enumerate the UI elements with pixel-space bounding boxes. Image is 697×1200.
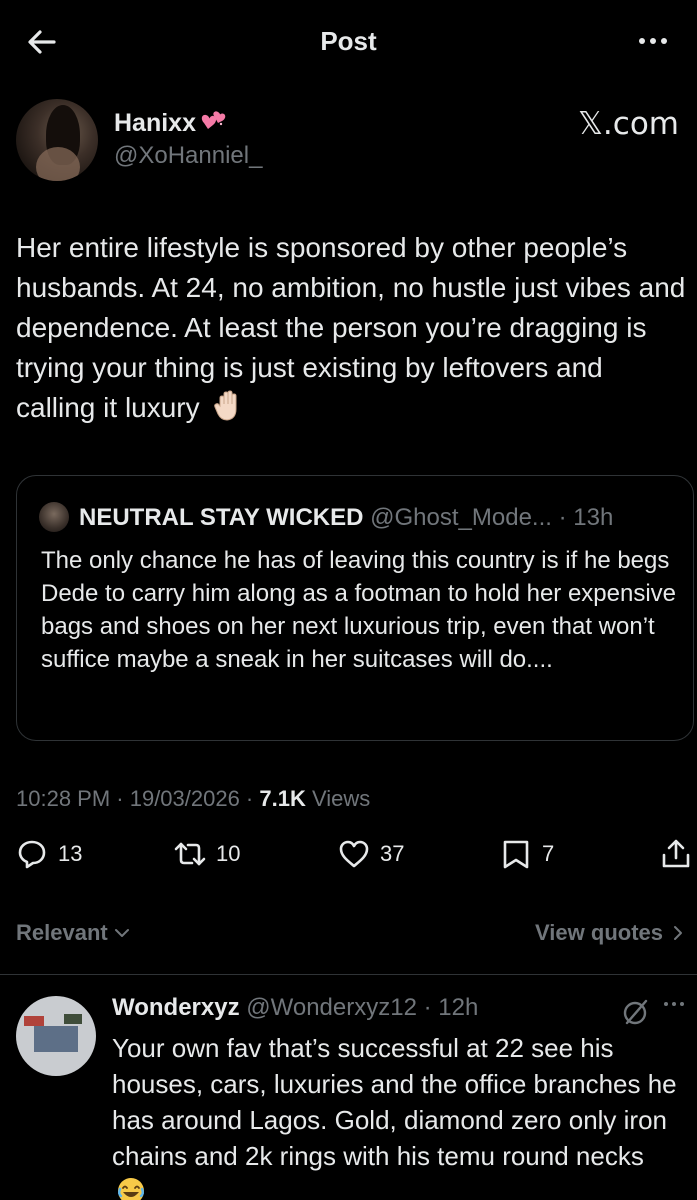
reply-button[interactable]: 13 <box>16 838 82 870</box>
reply-author-meta: @Wonderxyz12 · 12h <box>239 994 479 1021</box>
quote-author-meta: @Ghost_Mode... · 13h <box>363 504 614 531</box>
more-dot <box>672 1002 676 1006</box>
more-dot <box>661 38 667 44</box>
sort-replies-dropdown[interactable]: Relevant <box>16 920 130 946</box>
more-dots-icon <box>639 38 645 44</box>
divider <box>0 974 697 975</box>
more-dot <box>680 1002 684 1006</box>
timestamp-text: 10:28 PM · 19/03/2026 · <box>16 786 260 811</box>
author-name-row[interactable]: Hanixx <box>114 109 228 138</box>
view-quotes-link[interactable]: View quotes <box>535 920 685 946</box>
quoted-post[interactable]: NEUTRAL STAY WICKED @Ghost_Mode... · 13h… <box>16 475 694 741</box>
bookmark-count: 7 <box>542 841 555 866</box>
quote-avatar[interactable] <box>39 502 69 532</box>
chevron-down-icon <box>114 929 129 937</box>
repost-count: 10 <box>216 841 241 866</box>
reply-avatar[interactable] <box>16 996 96 1076</box>
reply-more-button[interactable] <box>664 1002 684 1006</box>
chevron-right-icon <box>674 926 682 940</box>
post-text: Her entire lifestyle is sponsored by oth… <box>16 228 688 428</box>
view-quotes-label: View quotes <box>535 920 663 945</box>
reply-count: 13 <box>58 841 83 866</box>
reply-header: Wonderxyz @Wonderxyz12 · 12h <box>112 994 478 1022</box>
post-timestamp: 10:28 PM · 19/03/2026 · 7.1K Views <box>16 786 370 812</box>
quote-text: The only chance he has of leaving this c… <box>41 547 677 673</box>
repost-icon <box>174 842 206 866</box>
reply-author-name[interactable]: Wonderxyz <box>112 994 240 1021</box>
bookmark-icon <box>503 840 529 869</box>
heart-icon <box>339 840 369 868</box>
reply-body: Your own fav that’s successful at 22 see… <box>112 1033 677 1171</box>
action-bar: 13 10 37 7 <box>0 838 697 882</box>
reply-text: Your own fav that’s successful at 22 see… <box>112 1030 682 1200</box>
post-body: Her entire lifestyle is sponsored by oth… <box>16 232 686 423</box>
top-bar: Post <box>0 0 697 80</box>
views-count: 7.1K <box>259 786 306 811</box>
repost-button[interactable]: 10 <box>174 838 240 870</box>
author-name[interactable]: Hanixx <box>114 109 196 138</box>
more-dots-icon <box>664 1002 668 1006</box>
x-watermark: 𝕏.com <box>577 106 679 142</box>
avatar-skin <box>36 147 80 181</box>
share-icon <box>662 839 690 868</box>
views-label: Views <box>305 786 371 811</box>
more-options-button[interactable] <box>633 26 673 56</box>
avatar-shape <box>34 1026 78 1052</box>
quote-author-name[interactable]: NEUTRAL STAY WICKED <box>79 504 363 531</box>
avatar-shape <box>64 1014 82 1024</box>
avatar-shape <box>24 1016 44 1026</box>
author-avatar[interactable] <box>16 99 98 181</box>
reply-icon <box>18 840 46 869</box>
raised-hand-emoji <box>214 390 237 421</box>
sort-label: Relevant <box>16 920 108 945</box>
bookmark-button[interactable]: 7 <box>500 838 554 870</box>
share-button[interactable] <box>660 838 692 870</box>
page-title: Post <box>320 26 377 56</box>
laughing-emoji <box>118 1178 144 1200</box>
quote-header: NEUTRAL STAY WICKED @Ghost_Mode... · 13h <box>79 504 613 532</box>
like-count: 37 <box>380 841 405 866</box>
like-button[interactable]: 37 <box>338 838 404 870</box>
more-dot <box>650 38 656 44</box>
author-handle[interactable]: @XoHanniel_ <box>114 142 262 170</box>
grok-icon[interactable] <box>620 996 652 1028</box>
two-hearts-emoji <box>201 110 226 129</box>
